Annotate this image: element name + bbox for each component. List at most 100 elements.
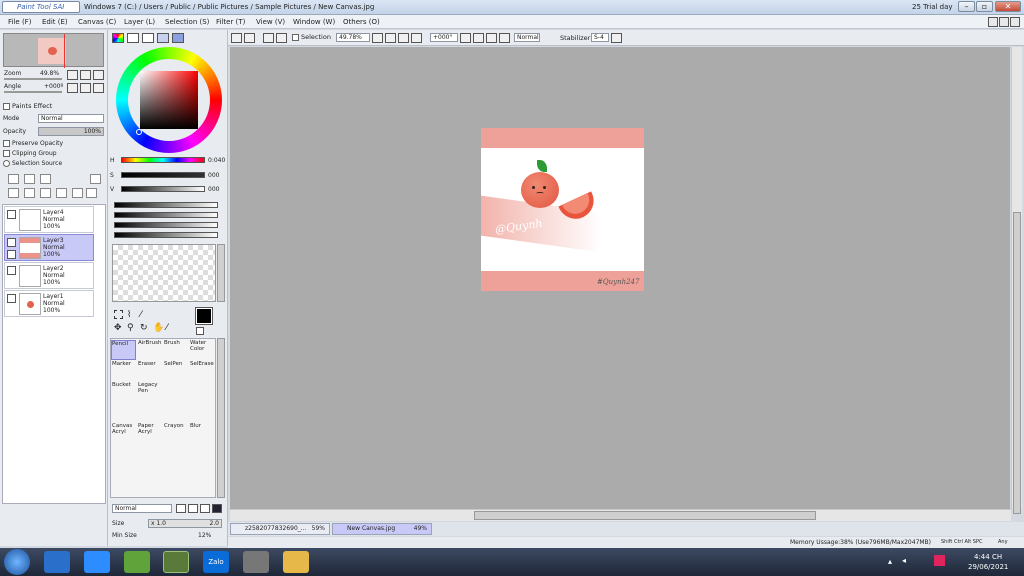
layer-row[interactable]: Layer4 Normal 100% [4,206,94,233]
brush-size-slider[interactable]: x 1.0 2.0 [148,519,222,528]
toolbar-rotate-reset-button[interactable] [486,33,497,43]
clipping-group-checkbox[interactable]: Clipping Group [3,150,57,157]
marquee-select-icon[interactable] [114,310,123,319]
undo-icon[interactable] [231,33,242,43]
tool-marker[interactable]: Marker [112,361,137,381]
horizontal-scrollbar[interactable] [230,509,1011,521]
brush-shape-2-icon[interactable] [188,504,198,513]
artwork-canvas[interactable]: @Quynh #Quynh247 [481,128,644,291]
delete-layer-icon[interactable] [56,188,67,198]
tool-canvas-acryl[interactable]: Canvas Acryl [112,423,137,443]
volume-icon[interactable]: ◂ [902,556,906,565]
lasso-icon[interactable]: ⌇ [127,310,131,320]
toolbar-rotate-right-button[interactable] [473,33,484,43]
paint-tool-sai-taskbar-icon[interactable] [163,551,189,573]
tool-selpen[interactable]: SelPen [164,361,189,381]
color-wheel[interactable] [116,47,222,153]
tool-legacy-pen[interactable]: Legacy Pen [138,382,163,402]
paint-icon[interactable] [243,551,269,573]
rotate-left-button[interactable] [67,83,78,93]
paints-effect-header[interactable]: Paints Effect [3,102,52,110]
show-selection-checkbox[interactable]: Selection [292,33,331,41]
invert-selection-icon[interactable] [276,33,287,43]
magic-wand-icon[interactable]: ⁄ [140,310,142,320]
gradient-slider-4[interactable] [114,232,218,238]
minimize-button[interactable]: – [958,1,975,12]
document-tab[interactable]: z2582077832690_... 59% [230,523,330,535]
new-linework-layer-icon[interactable] [24,174,35,184]
secondary-color-swatch[interactable] [196,327,204,335]
tool-watercolor[interactable]: Water Color [190,340,215,360]
hsv-slider-toggle-icon[interactable] [142,33,154,43]
layer-row[interactable]: Layer2 Normal 100% [4,262,94,289]
zoom-reset-button[interactable] [93,70,104,80]
rotate-right-button[interactable] [80,83,91,93]
tool-selerase[interactable]: SelErase [190,361,215,381]
menu-canvas[interactable]: Canvas (C) [78,18,116,26]
scratchpad-toggle-icon[interactable] [172,33,184,43]
angle-slider[interactable] [4,91,62,93]
layer-row[interactable]: Layer1 Normal 100% [4,290,94,317]
deselect-icon[interactable] [263,33,274,43]
clear-layer-icon[interactable] [40,188,51,198]
mdi-close-button[interactable] [1010,17,1020,27]
rotate-reset-button[interactable] [93,83,104,93]
menu-file[interactable]: File (F) [8,18,31,26]
menu-window[interactable]: Window (W) [293,18,335,26]
horizontal-scroll-thumb[interactable] [474,511,816,520]
merge-down-icon[interactable] [24,188,35,198]
angle-value[interactable]: +000º [44,83,63,90]
redo-icon[interactable] [244,33,255,43]
canvas-viewport[interactable]: @Quynh #Quynh247 [230,47,1010,509]
toolbar-zoom-out-button[interactable] [372,33,383,43]
zalo-icon[interactable]: Zalo [203,551,229,573]
rotate-tool-icon[interactable]: ↻ [140,323,148,333]
rgb-slider-toggle-icon[interactable] [127,33,139,43]
brush-shape-4-icon[interactable] [212,504,222,513]
clock-time[interactable]: 4:44 CH [974,553,1002,561]
menu-filter[interactable]: Filter (T) [216,18,245,26]
visibility-eye-icon[interactable] [7,210,16,219]
brush-shape-1-icon[interactable] [176,504,186,513]
tool-paper-acryl[interactable]: Paper Acryl [138,423,163,443]
navigator-preview[interactable] [3,33,104,68]
toolbar-zoom-fit-button[interactable] [398,33,409,43]
saturation-slider[interactable] [121,172,205,178]
tool-pencil[interactable]: Pencil [111,340,136,360]
menu-edit[interactable]: Edit (E) [42,18,68,26]
tool-brush[interactable]: Brush [164,340,189,360]
document-tab-active[interactable]: New Canvas.jpg 49% [332,523,432,535]
value-slider[interactable] [121,186,205,192]
toolbar-angle-field[interactable]: +000° [430,33,458,42]
start-button[interactable] [4,549,30,575]
brush-mode-select[interactable]: Normal [112,504,172,513]
vivaldi-tray-icon[interactable] [934,555,945,566]
blend-mode-select[interactable]: Normal [38,114,104,123]
zoom-in-button[interactable] [80,70,91,80]
move-icon[interactable]: ✥ [114,323,122,333]
tool-airbrush[interactable]: AirBrush [138,340,163,360]
file-explorer-icon[interactable] [283,551,309,573]
swatch-grid[interactable] [112,244,216,302]
zoom-tool-icon[interactable]: ⚲ [127,323,134,333]
zoom-app-icon[interactable] [84,551,110,573]
primary-color-swatch[interactable] [196,308,212,324]
swatch-scrollbar[interactable] [217,244,225,302]
eyedropper-icon[interactable]: ⁄ [166,323,168,333]
tray-arrow-icon[interactable]: ▴ [888,557,892,566]
menu-layer[interactable]: Layer (L) [124,18,155,26]
hand-icon[interactable]: ✋ [153,323,164,333]
gradient-slider-1[interactable] [114,202,218,208]
vertical-scrollbar[interactable] [1011,47,1022,514]
toolbar-zoom-field[interactable]: 49.78% [336,33,370,42]
toolbar-zoom-in-button[interactable] [385,33,396,43]
visibility-eye-icon[interactable] [7,294,16,303]
visibility-eye-icon[interactable] [7,238,16,247]
hue-slider[interactable] [121,157,205,163]
tool-bucket[interactable]: Bucket [112,382,137,402]
color-wheel-toggle-icon[interactable] [112,33,124,43]
toolbar-zoom-reset-button[interactable] [411,33,422,43]
clock-date[interactable]: 29/06/2021 [968,563,1008,571]
mdi-minimize-button[interactable] [988,17,998,27]
selection-source-checkbox[interactable]: Selection Source [3,160,62,167]
